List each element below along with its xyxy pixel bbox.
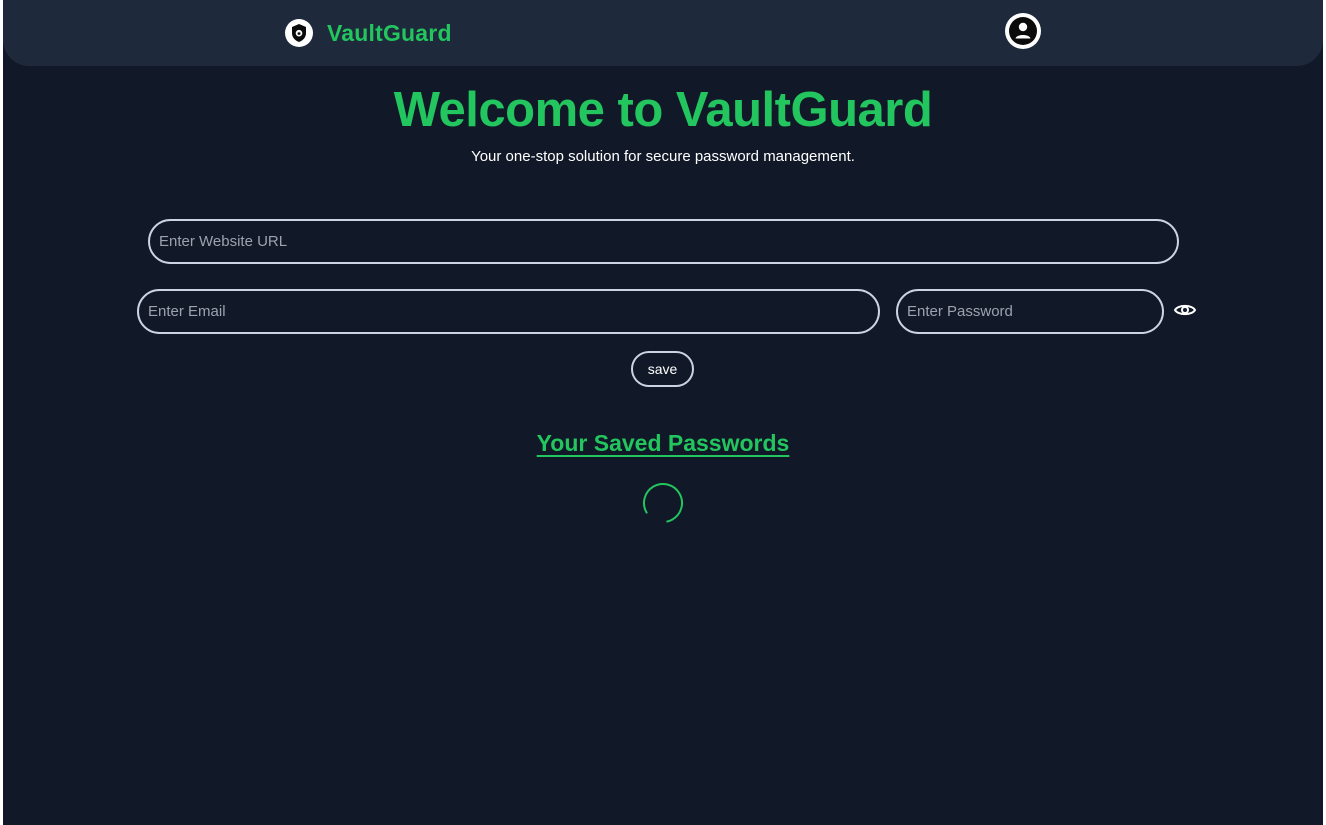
email-input[interactable]	[137, 289, 880, 334]
user-circle-icon	[1004, 12, 1042, 55]
profile-button[interactable]	[1004, 12, 1042, 55]
save-button[interactable]: save	[631, 351, 694, 387]
navbar: VaultGuard	[3, 0, 1323, 66]
password-input[interactable]	[896, 289, 1164, 334]
eye-icon	[1173, 298, 1197, 327]
shield-lock-icon	[284, 18, 314, 48]
page-subtitle: Your one-stop solution for secure passwo…	[471, 148, 855, 165]
app-root: VaultGuard Welcome to VaultGuard Your on…	[3, 0, 1323, 825]
website-url-input[interactable]	[148, 219, 1179, 264]
loading-spinner-icon	[642, 482, 684, 524]
page-title: Welcome to VaultGuard	[393, 83, 933, 137]
brand-name: VaultGuard	[327, 19, 452, 46]
saved-passwords-heading: Your Saved Passwords	[536, 430, 790, 456]
show-password-toggle[interactable]	[1172, 299, 1198, 325]
brand[interactable]: VaultGuard	[284, 16, 452, 50]
